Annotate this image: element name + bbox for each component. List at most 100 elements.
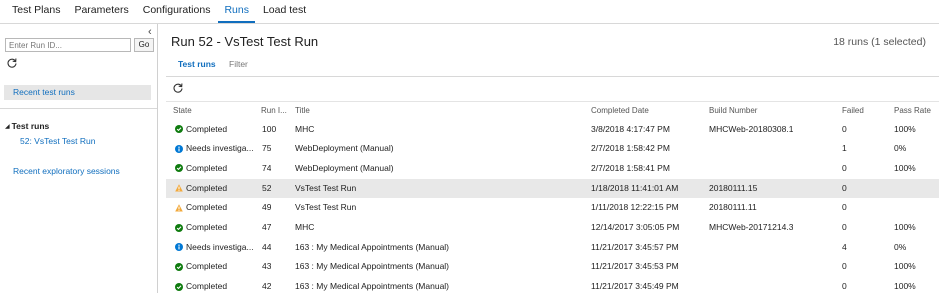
cell-pass-rate: 0%: [894, 241, 907, 252]
tab-runs[interactable]: Runs: [218, 0, 255, 23]
cell-title: WebDeployment (Manual): [295, 162, 394, 173]
column-header-completed-date[interactable]: Completed Date: [591, 106, 649, 115]
cell-title: WebDeployment (Manual): [295, 143, 394, 154]
cell-run-id: 100: [262, 123, 277, 134]
cell-title: 163 : My Medical Appointments (Manual): [295, 261, 450, 272]
cell-pass-rate: 100%: [894, 123, 916, 134]
check-circle-icon: [175, 164, 183, 173]
refresh-icon[interactable]: [6, 57, 18, 69]
tab-configurations[interactable]: Configurations: [137, 0, 217, 23]
sidebar-group-test-runs[interactable]: ◢ Test runs: [5, 121, 49, 131]
sidebar-item-recent-test-runs[interactable]: Recent test runs: [4, 85, 151, 100]
cell-state: Completed: [186, 281, 228, 292]
cell-run-id: 49: [262, 202, 272, 213]
cell-failed: 0: [842, 162, 847, 173]
cell-failed: 0: [842, 281, 847, 292]
cell-run-id: 42: [262, 281, 272, 292]
cell-completed-date: 3/8/2018 4:17:47 PM: [591, 123, 670, 134]
cell-completed-date: 1/18/2018 11:41:01 AM: [591, 182, 679, 193]
cell-build-number: MHCWeb-20180308.1: [709, 123, 794, 134]
refresh-icon[interactable]: [172, 82, 184, 94]
cell-pass-rate: 100%: [894, 261, 916, 272]
sidebar-item-exploratory-sessions[interactable]: Recent exploratory sessions: [13, 166, 120, 176]
cell-build-number: 20180111.15: [709, 182, 758, 193]
page-title: Run 52 - VsTest Test Run: [171, 34, 319, 49]
sidebar-group-label: Test runs: [11, 121, 50, 131]
cell-completed-date: 11/21/2017 3:45:57 PM: [591, 241, 679, 252]
sidebar-item-run-52[interactable]: 52: VsTest Test Run: [20, 136, 95, 146]
sidebar: ‹ Go Recent test runs ◢Test runs 52: VsT…: [0, 24, 158, 293]
cell-title: VsTest Test Run: [295, 202, 357, 213]
cell-run-id: 52: [262, 182, 272, 193]
table-row[interactable]: Completed 47 MHC 12/14/2017 3:05:05 PM MHCWe…: [166, 218, 939, 238]
table-row[interactable]: Completed 100 MHC 3/8/2018 4:17:47 PM MHCWeb…: [166, 120, 939, 140]
warning-icon: [175, 204, 183, 212]
table-row[interactable]: Completed 42 163 : My Medical Appointments…: [166, 277, 939, 293]
cell-run-id: 47: [262, 222, 272, 232]
cell-failed: 4: [842, 241, 847, 252]
warning-icon: [175, 184, 183, 192]
table-row[interactable]: Completed 49 VsTest Test Run 1/11/2018 12:2…: [166, 198, 939, 218]
runs-count: 18 runs (1 selected): [833, 36, 926, 48]
cell-failed: 0: [842, 182, 847, 193]
main-panel: Run 52 - VsTest Test Run 18 runs (1 sele…: [166, 24, 939, 293]
cell-completed-date: 12/14/2017 3:05:05 PM: [591, 222, 680, 232]
check-circle-icon: [175, 223, 183, 232]
cell-run-id: 43: [262, 261, 272, 272]
cell-completed-date: 2/7/2018 1:58:42 PM: [591, 143, 670, 154]
column-header-failed[interactable]: Failed: [842, 106, 864, 115]
cell-failed: 0: [842, 123, 847, 134]
table-row[interactable]: Needs investiga... 75 WebDeployment (Manua…: [166, 139, 939, 159]
table-row[interactable]: Completed 43 163 : My Medical Appointments…: [166, 257, 939, 277]
table-row[interactable]: Completed 52 VsTest Test Run 1/18/2018 11:4…: [166, 178, 939, 199]
grid-divider: [166, 101, 939, 102]
tab-filter[interactable]: Filter: [229, 59, 248, 69]
table-row[interactable]: Completed 74 WebDeployment (Manual) 2/7/201…: [166, 159, 939, 179]
cell-run-id: 44: [262, 241, 272, 252]
column-header-pass-rate[interactable]: Pass Rate: [894, 106, 931, 115]
cell-pass-rate: 100%: [894, 281, 916, 292]
run-id-input[interactable]: [5, 38, 131, 52]
cell-state: Completed: [186, 182, 228, 193]
column-header-run-id[interactable]: Run I...: [261, 106, 287, 115]
cell-build-number: MHCWeb-20171214.3: [709, 222, 794, 232]
cell-state: Needs investiga...: [186, 143, 254, 154]
cell-pass-rate: 100%: [894, 222, 916, 232]
tab-test-plans[interactable]: Test Plans: [6, 0, 66, 23]
cell-state: Completed: [186, 123, 228, 134]
cell-state: Completed: [186, 222, 228, 232]
column-header-build-number[interactable]: Build Number: [709, 106, 757, 115]
cell-failed: 0: [842, 222, 847, 232]
cell-title: MHC: [295, 222, 315, 232]
check-circle-icon: [175, 282, 183, 291]
sidebar-divider: [0, 108, 157, 109]
cell-title: MHC: [295, 123, 315, 134]
expand-triangle-icon[interactable]: ◢: [5, 123, 10, 130]
cell-failed: 0: [842, 261, 847, 272]
cell-completed-date: 11/21/2017 3:45:53 PM: [591, 261, 679, 272]
cell-run-id: 74: [262, 162, 272, 173]
tab-load-test[interactable]: Load test: [257, 0, 312, 23]
tab-parameters[interactable]: Parameters: [68, 0, 134, 23]
cell-title: 163 : My Medical Appointments (Manual): [295, 241, 450, 252]
cell-pass-rate: 100%: [894, 162, 916, 173]
column-header-title[interactable]: Title: [295, 106, 310, 115]
cell-failed: 1: [842, 143, 847, 154]
cell-run-id: 75: [262, 143, 272, 154]
cell-completed-date: 2/7/2018 1:58:41 PM: [591, 162, 670, 173]
cell-failed: 0: [842, 202, 847, 213]
cell-title: VsTest Test Run: [295, 182, 357, 193]
table-row[interactable]: Needs investiga... 44 163 : My Medical App…: [166, 238, 939, 258]
column-header-state[interactable]: State: [173, 106, 192, 115]
subtab-divider: [166, 76, 939, 77]
cell-completed-date: 1/11/2018 12:22:15 PM: [591, 202, 679, 213]
check-circle-icon: [175, 125, 183, 133]
info-circle-icon: [175, 243, 183, 252]
cell-state: Needs investiga...: [186, 241, 254, 252]
cell-build-number: 20180111.11: [709, 202, 757, 213]
info-circle-icon: [175, 144, 183, 153]
tab-test-runs[interactable]: Test runs: [178, 59, 216, 69]
go-button[interactable]: Go: [134, 38, 154, 52]
cell-pass-rate: 0%: [894, 143, 907, 154]
collapse-sidebar-icon[interactable]: ‹: [148, 26, 152, 38]
